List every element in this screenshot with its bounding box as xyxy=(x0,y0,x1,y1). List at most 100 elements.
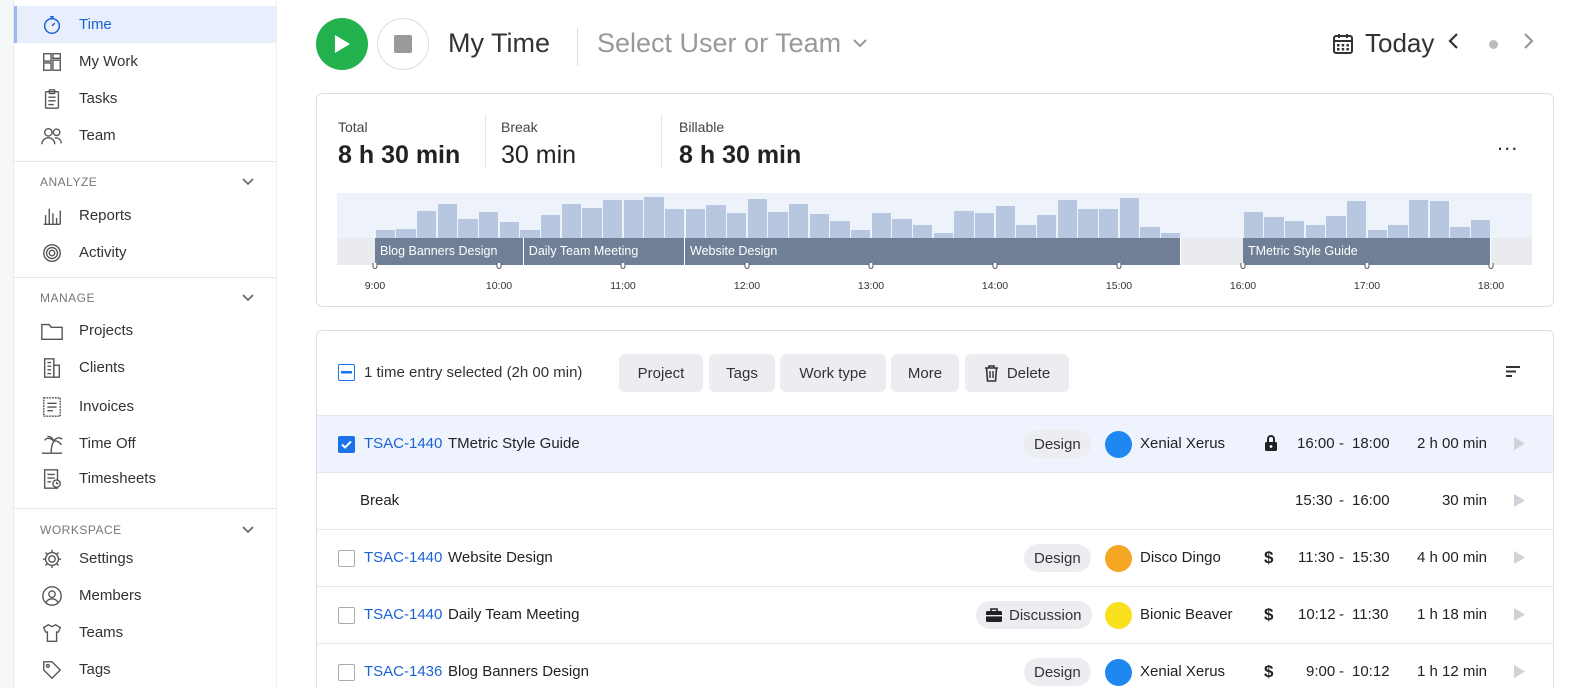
more-options-button[interactable]: ... xyxy=(1497,130,1518,156)
section-workspace-toggle[interactable]: WORKSPACE xyxy=(14,520,276,540)
project-name[interactable]: Bionic Beaver xyxy=(1140,606,1233,623)
timeline-segment[interactable]: Daily Team Meeting xyxy=(523,238,685,265)
task-id-link[interactable]: TSAC-1440 xyxy=(364,606,442,623)
sidebar-item-my-work[interactable]: My Work xyxy=(14,43,276,80)
sidebar-item-settings[interactable]: Settings xyxy=(14,540,276,577)
sidebar-item-members[interactable]: Members xyxy=(14,577,276,614)
activity-bar xyxy=(1057,200,1078,238)
sidebar-item-reports[interactable]: Reports xyxy=(14,197,276,234)
project-name[interactable]: Xenial Xerus xyxy=(1140,663,1225,680)
start-entry-button[interactable] xyxy=(1513,436,1526,456)
start-entry-button[interactable] xyxy=(1513,607,1526,627)
bar-chart-icon xyxy=(40,204,64,228)
timeline-segment[interactable]: TMetric Style Guide xyxy=(1243,238,1491,265)
row-checkbox[interactable] xyxy=(338,607,355,624)
entry-start[interactable]: 15:30 xyxy=(1295,492,1333,509)
start-entry-button[interactable] xyxy=(1513,664,1526,684)
sidebar-item-tags[interactable]: Tags xyxy=(14,651,276,688)
play-icon xyxy=(1514,551,1525,564)
tag-chip[interactable]: Discussion xyxy=(976,601,1092,629)
billable-icon[interactable]: $ xyxy=(1264,662,1273,682)
previous-day-button[interactable] xyxy=(1447,32,1459,55)
tags-button[interactable]: Tags xyxy=(709,354,775,392)
current-day-button[interactable] xyxy=(1489,40,1498,49)
row-checkbox[interactable] xyxy=(338,550,355,567)
tag-chip[interactable]: Design xyxy=(1024,430,1091,458)
sort-button[interactable] xyxy=(1505,365,1521,383)
table-row[interactable]: TSAC-1436 Blog Banners Design Design Xen… xyxy=(317,643,1553,688)
sidebar-item-teams[interactable]: Teams xyxy=(14,614,276,651)
sidebar-item-clients[interactable]: Clients xyxy=(14,349,276,386)
date-picker[interactable]: Today xyxy=(1333,28,1434,59)
tick-label: 16:00 xyxy=(1229,280,1257,292)
tag-chip[interactable]: Design xyxy=(1024,544,1091,572)
start-entry-button[interactable] xyxy=(1513,493,1526,513)
activity-bar xyxy=(1078,209,1098,238)
entry-start[interactable]: 11:30 xyxy=(1298,549,1334,566)
table-row[interactable]: TSAC-1440 Website Design Design Disco Di… xyxy=(317,529,1553,586)
entry-duration: 1 h 18 min xyxy=(1416,606,1487,623)
billable-label: Billable xyxy=(679,119,725,135)
tick-mark xyxy=(992,263,998,269)
entry-description[interactable]: Blog Banners Design xyxy=(448,663,589,680)
sidebar-item-invoices[interactable]: Invoices xyxy=(14,388,276,425)
sidebar-item-time[interactable]: Time xyxy=(14,6,276,43)
entry-start[interactable]: 9:00 xyxy=(1306,663,1335,680)
entry-end[interactable]: 18:00 xyxy=(1352,435,1390,452)
task-id-link[interactable]: TSAC-1440 xyxy=(364,435,442,452)
sidebar-item-timesheets[interactable]: Timesheets xyxy=(14,460,276,497)
project-button[interactable]: Project xyxy=(619,354,703,392)
entry-end[interactable]: 11:30 xyxy=(1352,606,1388,623)
date-label: Today xyxy=(1365,28,1435,58)
user-team-select[interactable]: Select User or Team xyxy=(597,28,867,59)
sidebar-item-projects[interactable]: Projects xyxy=(14,312,276,349)
next-day-button[interactable] xyxy=(1523,32,1535,55)
activity-bar xyxy=(561,204,582,238)
entry-description[interactable]: Website Design xyxy=(448,549,553,566)
activity-bar xyxy=(850,230,871,238)
billable-icon[interactable]: $ xyxy=(1264,548,1273,568)
more-button[interactable]: More xyxy=(891,354,959,392)
work-type-button[interactable]: Work type xyxy=(780,354,886,392)
task-id-link[interactable]: TSAC-1436 xyxy=(364,663,442,680)
range-dash: - xyxy=(1339,435,1344,452)
row-checkbox[interactable] xyxy=(338,436,355,453)
tick-mark xyxy=(1488,263,1494,269)
entry-description[interactable]: Daily Team Meeting xyxy=(448,606,579,623)
day-timeline[interactable]: Blog Banners Design Daily Team Meeting Web… xyxy=(337,193,1532,265)
table-row[interactable]: TSAC-1440 Daily Team Meeting Discussion … xyxy=(317,586,1553,643)
entry-start[interactable]: 16:00 xyxy=(1297,435,1335,452)
entry-end[interactable]: 10:12 xyxy=(1352,663,1390,680)
folder-icon xyxy=(40,319,64,343)
tick-label: 18:00 xyxy=(1477,280,1505,292)
project-name[interactable]: Xenial Xerus xyxy=(1140,435,1225,452)
delete-button[interactable]: Delete xyxy=(965,354,1069,392)
entry-end[interactable]: 16:00 xyxy=(1352,492,1390,509)
entry-description[interactable]: TMetric Style Guide xyxy=(448,435,580,452)
sidebar-item-time-off[interactable]: Time Off xyxy=(14,425,276,462)
select-all-checkbox[interactable] xyxy=(338,364,355,381)
sidebar-item-tasks[interactable]: Tasks xyxy=(14,80,276,117)
tag-chip[interactable]: Design xyxy=(1024,658,1091,686)
stop-timer-button[interactable] xyxy=(377,18,429,70)
sidebar-item-team[interactable]: Team xyxy=(14,117,276,154)
sidebar-item-activity[interactable]: Activity xyxy=(14,234,276,271)
table-row[interactable]: TSAC-1440 TMetric Style Guide Design Xen… xyxy=(317,415,1553,472)
activity-bar xyxy=(1326,216,1346,238)
row-checkbox[interactable] xyxy=(338,664,355,681)
project-name[interactable]: Disco Dingo xyxy=(1140,549,1221,566)
activity-bar xyxy=(747,199,768,238)
section-manage-toggle[interactable]: MANAGE xyxy=(14,288,276,308)
billable-icon[interactable]: $ xyxy=(1264,605,1273,625)
start-entry-button[interactable] xyxy=(1513,550,1526,570)
activity-bar xyxy=(375,230,396,238)
activity-bar xyxy=(1305,225,1326,238)
entry-end[interactable]: 15:30 xyxy=(1352,549,1390,566)
timeline-segment[interactable]: Website Design xyxy=(685,238,1181,265)
timeline-segment[interactable]: Blog Banners Design xyxy=(375,238,524,265)
task-id-link[interactable]: TSAC-1440 xyxy=(364,549,442,566)
section-analyze-toggle[interactable]: ANALYZE xyxy=(14,172,276,192)
entry-start[interactable]: 10:12 xyxy=(1298,606,1336,623)
start-timer-button[interactable] xyxy=(316,18,368,70)
tick-label: 17:00 xyxy=(1353,280,1381,292)
